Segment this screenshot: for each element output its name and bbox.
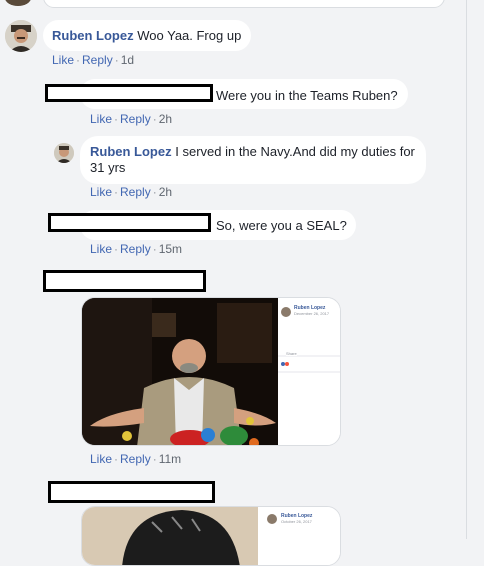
avatar[interactable]: [54, 143, 74, 163]
timestamp[interactable]: 2h: [159, 185, 172, 199]
like-link[interactable]: Like: [90, 112, 112, 126]
comment-actions: Like · Reply · 1d: [52, 53, 135, 67]
redacted-author: [43, 270, 206, 292]
user-photo: [5, 20, 37, 52]
timestamp[interactable]: 1d: [121, 53, 134, 67]
attached-image[interactable]: Ruben Lopez October 26, 2017: [81, 506, 341, 566]
comment-author[interactable]: Ruben Lopez: [52, 28, 134, 43]
comment-actions: Like · Reply · 2h: [90, 185, 173, 199]
redacted-author: [48, 481, 215, 503]
redacted-author: [45, 84, 213, 102]
like-link[interactable]: Like: [90, 185, 112, 199]
like-link[interactable]: Like: [90, 452, 112, 466]
top-bubble-fragment: [43, 0, 445, 8]
like-link[interactable]: Like: [52, 53, 74, 67]
attached-image[interactable]: Ruben Lopez December 26, 2017 Share: [81, 297, 341, 446]
photo-man-in-suit: [82, 298, 340, 445]
embedded-post-header: Ruben Lopez October 26, 2017: [281, 513, 313, 524]
like-link[interactable]: Like: [90, 242, 112, 256]
comment-text: I served in the Navy.And did my duties f…: [175, 144, 415, 159]
comment-bubble: Ruben Lopez Woo Yaa. Frog up: [43, 20, 251, 51]
embedded-post-date: December 26, 2017: [294, 311, 330, 316]
comment-author[interactable]: Ruben Lopez: [90, 144, 172, 159]
avatar[interactable]: [5, 0, 31, 6]
comment-text: 31 yrs: [90, 160, 126, 175]
share-label: Share: [286, 351, 297, 356]
timestamp[interactable]: 2h: [159, 112, 172, 126]
scrollbar[interactable]: [466, 0, 467, 539]
comment-actions: Like · Reply · 15m: [90, 242, 183, 256]
avatar[interactable]: [5, 20, 37, 52]
comment-text: So, were you a SEAL?: [216, 218, 347, 233]
reply-link[interactable]: Reply: [120, 452, 151, 466]
embedded-post-header: Ruben Lopez December 26, 2017: [294, 305, 330, 316]
reply-link[interactable]: Reply: [120, 112, 151, 126]
user-photo: [54, 143, 74, 163]
timestamp[interactable]: 11m: [159, 452, 181, 466]
comment-bubble: Ruben Lopez I served in the Navy.And did…: [80, 136, 426, 184]
comment-text: Were you in the Teams Ruben?: [216, 88, 398, 103]
reply-link[interactable]: Reply: [120, 185, 151, 199]
comment-actions: Like · Reply · 2h: [90, 112, 173, 126]
reply-link[interactable]: Reply: [120, 242, 151, 256]
comment-actions: Like · Reply · 11m: [90, 452, 182, 466]
embedded-post-date: October 26, 2017: [281, 519, 312, 524]
redacted-author: [48, 213, 211, 232]
comment-text: Woo Yaa. Frog up: [137, 28, 242, 43]
reply-link[interactable]: Reply: [82, 53, 113, 67]
timestamp[interactable]: 15m: [159, 242, 182, 256]
